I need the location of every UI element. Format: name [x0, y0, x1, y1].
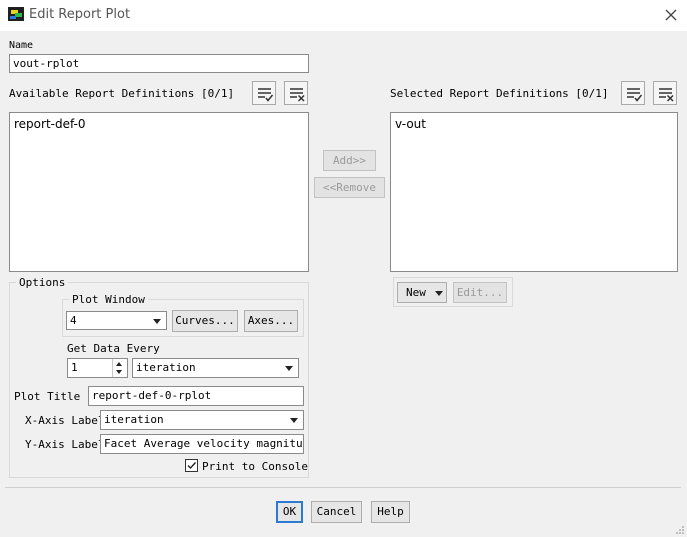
footer-separator — [5, 487, 681, 488]
checkmark-icon — [187, 462, 197, 470]
plot-window-label: Plot Window — [69, 293, 148, 306]
get-data-every-unit-value: iteration — [136, 361, 196, 374]
app-icon — [8, 7, 24, 21]
close-icon[interactable] — [660, 4, 682, 26]
options-label: Options — [16, 276, 69, 289]
selected-definitions-list[interactable]: v-out — [390, 112, 678, 272]
new-label: New — [406, 286, 426, 299]
x-axis-label: X-Axis Label — [25, 414, 105, 427]
x-axis-value: iteration — [104, 413, 164, 426]
resize-grip-icon[interactable] — [675, 525, 685, 535]
add-button[interactable]: Add>> — [323, 150, 376, 171]
chevron-down-icon — [435, 291, 443, 296]
print-to-console-checkbox[interactable] — [185, 459, 198, 472]
edit-button[interactable]: Edit... — [453, 282, 507, 303]
selected-deselect-all-button[interactable] — [653, 81, 677, 105]
get-data-every-unit-select[interactable]: iteration — [132, 358, 299, 378]
spin-down-icon[interactable] — [116, 370, 122, 374]
plot-title-input[interactable]: report-def-0-rplot — [88, 386, 304, 406]
plot-title-label: Plot Title — [14, 390, 81, 403]
select-all-icon — [258, 88, 274, 102]
help-button[interactable]: Help — [371, 501, 410, 523]
list-item[interactable]: v-out — [395, 117, 426, 131]
get-data-every-value: 1 — [71, 361, 78, 374]
chevron-down-icon — [290, 418, 298, 423]
axes-button[interactable]: Axes... — [244, 310, 298, 332]
available-deselect-all-button[interactable] — [284, 81, 308, 105]
y-axis-label: Y-Axis Label — [25, 438, 105, 451]
available-select-all-button[interactable] — [252, 81, 276, 105]
spinner[interactable] — [112, 359, 127, 377]
chevron-down-icon — [153, 319, 161, 324]
list-item[interactable]: report-def-0 — [14, 117, 86, 131]
name-label: Name — [9, 40, 34, 51]
new-dropdown-button[interactable]: New — [397, 282, 447, 303]
available-definitions-list[interactable]: report-def-0 — [9, 112, 309, 272]
remove-button[interactable]: <<Remove — [314, 177, 385, 198]
ok-button[interactable]: OK — [276, 501, 303, 523]
get-data-every-label: Get Data Every — [67, 342, 160, 355]
cancel-button[interactable]: Cancel — [311, 501, 362, 523]
select-all-icon — [627, 88, 643, 102]
selected-select-all-button[interactable] — [621, 81, 645, 105]
x-axis-select[interactable]: iteration — [100, 410, 304, 430]
plot-window-select[interactable]: 4 — [66, 311, 167, 330]
spin-up-icon[interactable] — [116, 362, 122, 366]
chevron-down-icon — [285, 366, 293, 371]
name-input[interactable]: vout-rplot — [9, 54, 309, 73]
curves-button[interactable]: Curves... — [172, 310, 238, 332]
selected-definitions-label: Selected Report Definitions [0/1] — [390, 87, 609, 100]
deselect-all-icon — [659, 88, 674, 102]
deselect-all-icon — [290, 88, 305, 102]
plot-window-value: 4 — [70, 314, 77, 327]
window-title: Edit Report Plot — [29, 7, 131, 22]
print-to-console-label: Print to Console — [202, 460, 308, 473]
y-axis-input[interactable]: Facet Average velocity magnitude — [100, 434, 304, 454]
available-definitions-label: Available Report Definitions [0/1] — [9, 87, 235, 100]
